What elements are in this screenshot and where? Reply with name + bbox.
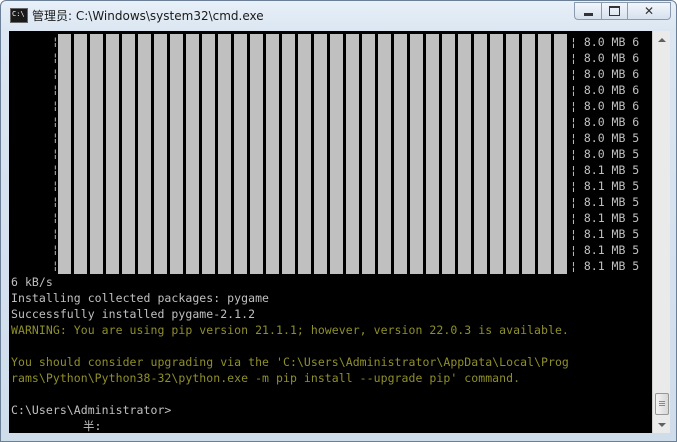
grip-line (659, 403, 665, 404)
close-icon: ✕ (643, 4, 655, 18)
progress-bar-fill (58, 210, 570, 226)
progress-bar-fill (58, 178, 570, 194)
scroll-up-button[interactable] (653, 31, 670, 48)
window-controls: ✕ (574, 2, 671, 21)
progress-bar-fill (58, 98, 570, 114)
cmd-icon[interactable]: C:\ (10, 8, 28, 23)
vertical-scrollbar[interactable] (652, 31, 670, 433)
progress-size-label: ¦ 8.0 MB 6 (570, 83, 640, 97)
maximize-icon (609, 6, 620, 16)
progress-bar-fill (58, 82, 570, 98)
progress-size-label: ¦ 8.0 MB 6 (570, 67, 640, 81)
progress-bar-fill (58, 162, 570, 178)
console-line: Installing collected packages: pygame (11, 291, 270, 305)
progress-bar-fill (58, 50, 570, 66)
progress-bar-fill (58, 130, 570, 146)
progress-bar-fill (58, 194, 570, 210)
cmd-window: C:\ 管理员: C:\Windows\system32\cmd.exe ✕ ¦… (0, 0, 677, 442)
progress-row: ¦ ¦ 8.1 MB 5 (9, 258, 652, 274)
progress-row: ¦ ¦ 8.0 MB 6 (9, 66, 652, 82)
ime-status: 半: (83, 419, 102, 433)
progress-row: ¦ ¦ 8.1 MB 5 (9, 178, 652, 194)
progress-size-label: ¦ 8.1 MB 5 (570, 195, 640, 209)
progress-row: ¦ ¦ 8.0 MB 6 (9, 98, 652, 114)
scroll-down-button[interactable] (653, 416, 670, 433)
arrow-up-icon (657, 37, 666, 42)
progress-size-label: ¦ 8.0 MB 5 (570, 147, 640, 161)
progress-bar-fill (58, 114, 570, 130)
grip-line (659, 405, 665, 406)
progress-size-label: ¦ 8.1 MB 5 (570, 259, 640, 273)
warning-line: You should consider upgrading via the 'C… (11, 355, 569, 369)
progress-bar-fill (58, 34, 570, 50)
arrow-down-icon (657, 422, 666, 427)
minimize-button[interactable] (574, 2, 601, 20)
maximize-button[interactable] (601, 2, 627, 20)
progress-size-label: ¦ 8.0 MB 6 (570, 115, 640, 129)
progress-size-label: ¦ 8.0 MB 6 (570, 51, 640, 65)
title-bar[interactable]: C:\ 管理员: C:\Windows\system32\cmd.exe ✕ (1, 1, 676, 31)
progress-bar-fill (58, 258, 570, 274)
window-title: 管理员: C:\Windows\system32\cmd.exe (32, 9, 264, 23)
console-output[interactable]: ¦ ¦ 8.0 MB 6 ¦ ¦ 8.0 MB 6 ¦ ¦ 8.0 MB 6 ¦ ¦ 8.0 … (9, 31, 652, 433)
close-button[interactable]: ✕ (627, 2, 671, 20)
progress-row: ¦ ¦ 8.0 MB 5 (9, 130, 652, 146)
progress-bar-fill (58, 66, 570, 82)
progress-row: ¦ ¦ 8.0 MB 6 (9, 82, 652, 98)
warning-line: rams\Python\Python38-32\python.exe -m pi… (11, 371, 521, 385)
progress-size-label: ¦ 8.1 MB 5 (570, 211, 640, 225)
progress-size-label: ¦ 8.1 MB 5 (570, 179, 640, 193)
minimize-icon (583, 13, 593, 16)
progress-row: ¦ ¦ 8.1 MB 5 (9, 162, 652, 178)
progress-bar-fill (58, 226, 570, 242)
progress-bar-fill (58, 242, 570, 258)
progress-size-label: ¦ 8.1 MB 5 (570, 243, 640, 257)
scroll-thumb[interactable] (655, 393, 669, 415)
progress-size-label: ¦ 8.0 MB 6 (570, 99, 640, 113)
progress-size-label: ¦ 8.0 MB 6 (570, 35, 640, 49)
progress-row: ¦ ¦ 8.1 MB 5 (9, 210, 652, 226)
console-line: C:\Users\Administrator> (11, 403, 172, 417)
grip-line (659, 401, 665, 402)
progress-row: ¦ ¦ 8.1 MB 5 (9, 242, 652, 258)
progress-row: ¦ ¦ 8.1 MB 5 (9, 226, 652, 242)
progress-bar-fill (58, 146, 570, 162)
progress-row: ¦ ¦ 8.0 MB 6 (9, 50, 652, 66)
console-line: 6 kB/s (11, 275, 53, 289)
cmd-icon-label: C:\ (12, 10, 25, 18)
warning-line: WARNING: You are using pip version 21.1.… (11, 323, 569, 337)
progress-size-label: ¦ 8.1 MB 5 (570, 163, 640, 177)
progress-row: ¦ ¦ 8.0 MB 6 (9, 114, 652, 130)
progress-size-label: ¦ 8.0 MB 5 (570, 131, 640, 145)
progress-row: ¦ ¦ 8.1 MB 5 (9, 194, 652, 210)
progress-size-label: ¦ 8.1 MB 5 (570, 227, 640, 241)
progress-row: ¦ ¦ 8.0 MB 5 (9, 146, 652, 162)
progress-row: ¦ ¦ 8.0 MB 6 (9, 34, 652, 50)
console-line: Successfully installed pygame-2.1.2 (11, 307, 256, 321)
